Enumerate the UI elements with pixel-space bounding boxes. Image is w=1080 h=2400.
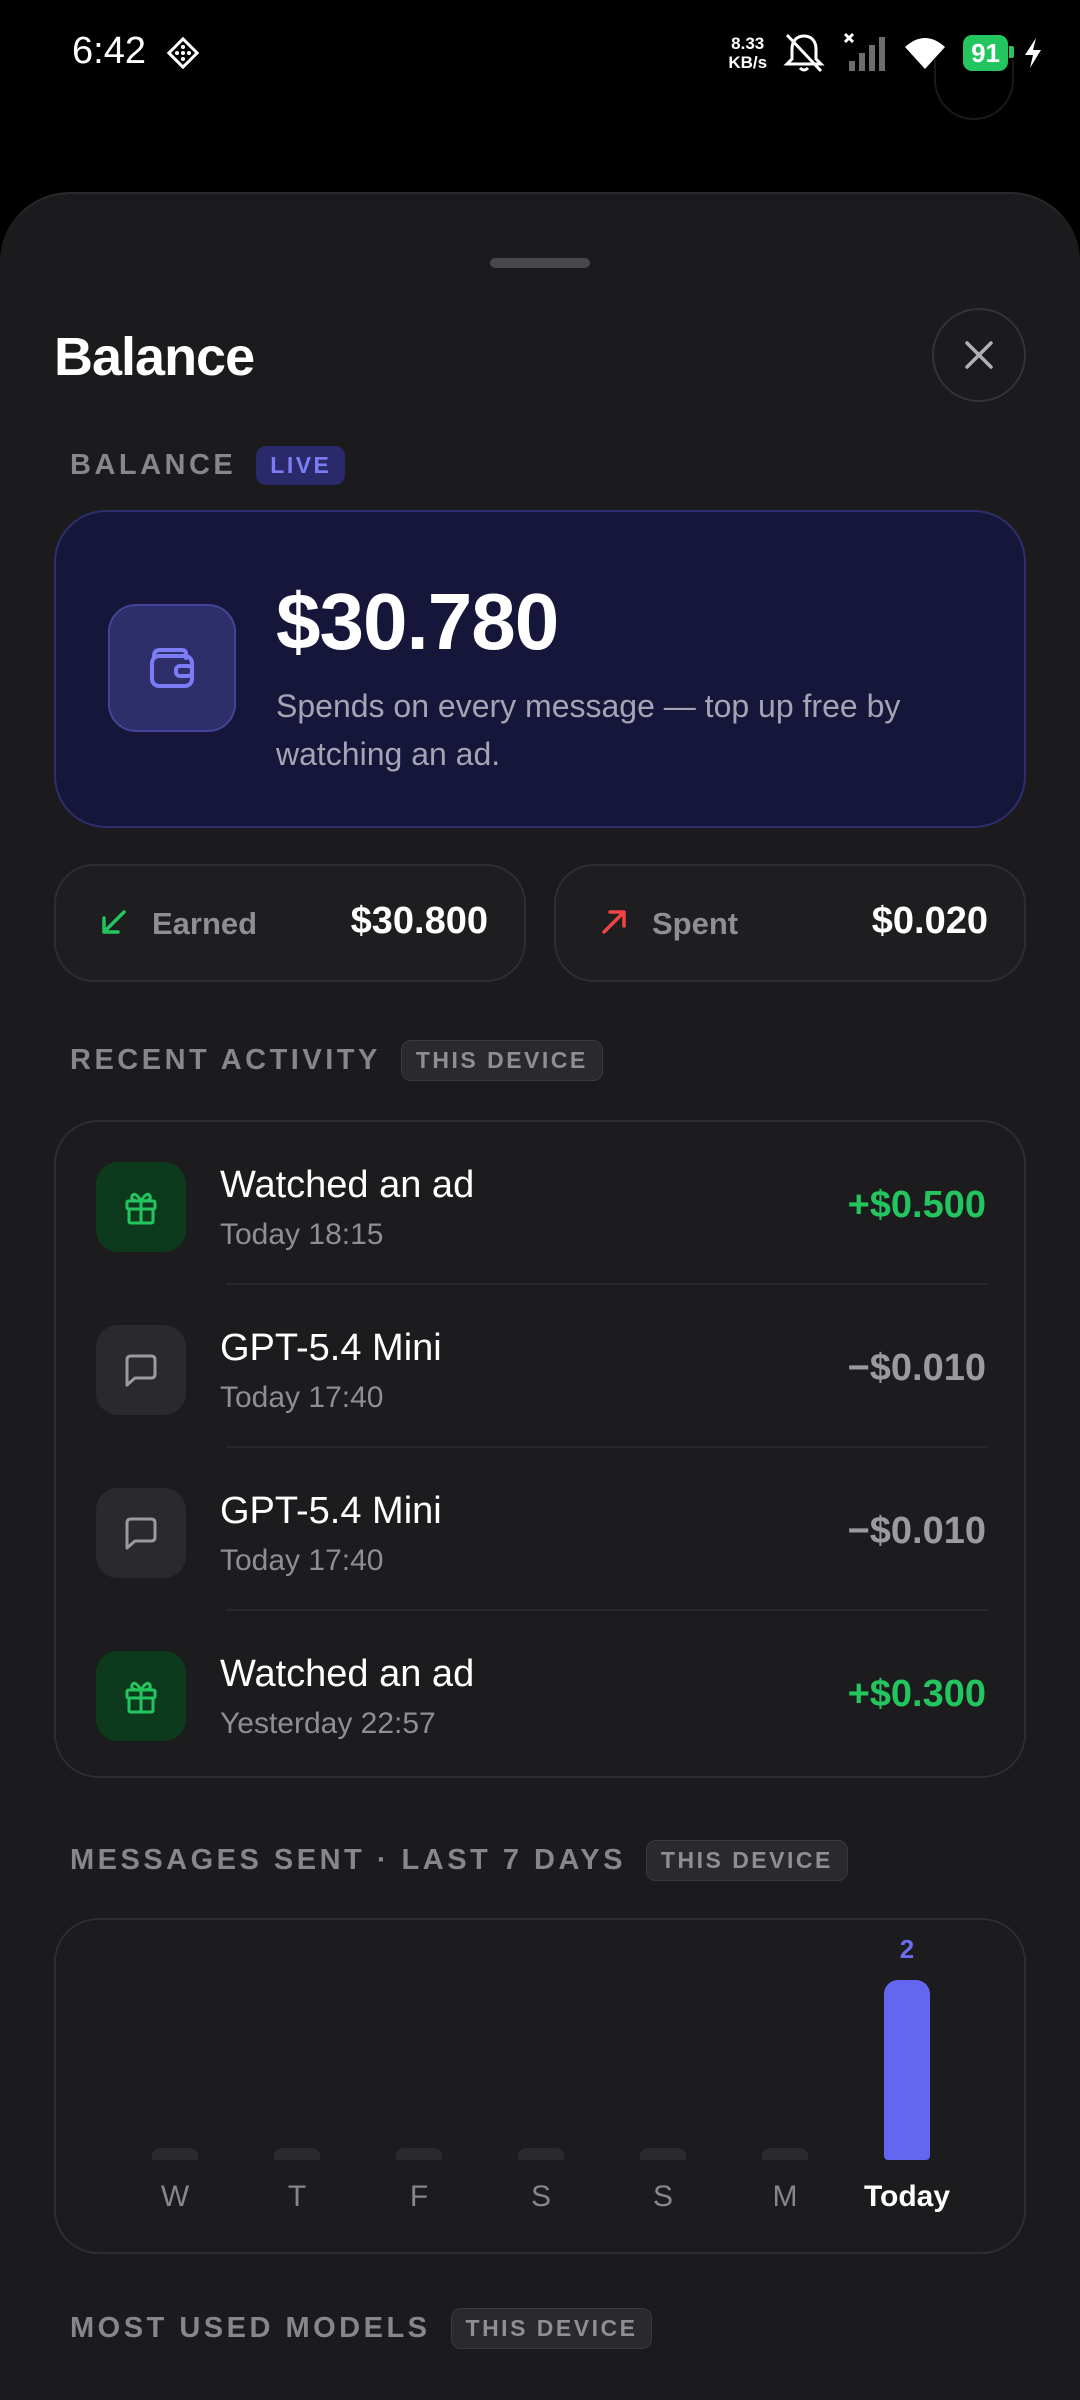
spent-value: $0.020: [871, 900, 988, 942]
balance-amount: $30.780: [276, 577, 559, 666]
earned-value: $30.800: [350, 900, 488, 942]
list-item[interactable]: Watched an ad Yesterday 22:57 +$0.300: [56, 1611, 1024, 1774]
charging-icon: [1025, 38, 1041, 68]
chart-tick-label: W: [160, 2180, 190, 2213]
chart-tick-label: T: [287, 2180, 307, 2213]
balance-section-label: BALANCE LIVE: [70, 446, 346, 485]
activity-time: Yesterday 22:57: [220, 1707, 436, 1740]
most-used-section-label: MOST USED MODELS THIS DEVICE: [70, 2308, 653, 2349]
app-notification-icon: [166, 36, 200, 70]
message-icon: [125, 1517, 157, 1550]
chart-bar: [274, 2148, 320, 2160]
messages-chart: W T F S S M 2 Today: [54, 1918, 1026, 2254]
this-device-chip: THIS DEVICE: [400, 1040, 603, 1081]
net-speed: 8.33 KB/s: [728, 34, 768, 72]
activity-title: GPT-5.4 Mini: [220, 1327, 442, 1369]
list-item[interactable]: Watched an ad Today 18:15 +$0.500: [56, 1122, 1024, 1285]
arrow-up-right-icon: [602, 910, 626, 934]
activity-amount: −$0.010: [847, 1510, 986, 1552]
chart-tick-label: Today: [863, 2180, 951, 2213]
activity-time: Today 18:15: [220, 1218, 384, 1251]
chart-bar: [640, 2148, 686, 2160]
close-icon: [965, 341, 993, 369]
balance-card: $30.780 Spends on every message — top up…: [54, 510, 1026, 828]
activity-title: Watched an ad: [220, 1653, 475, 1695]
chart-bar: [762, 2148, 808, 2160]
chart-bar: [884, 1980, 930, 2160]
chart-bar: [152, 2148, 198, 2160]
signal-icon: [844, 32, 886, 71]
status-bar: 6:42 8.33 KB/s 91: [0, 0, 1080, 110]
background-button-edge: [934, 60, 1014, 120]
activity-time: Today 17:40: [220, 1544, 384, 1577]
sheet-title: Balance: [54, 327, 255, 387]
chart-tick-label: S: [652, 2180, 673, 2213]
activity-title: GPT-5.4 Mini: [220, 1490, 442, 1532]
activity-amount: +$0.300: [847, 1673, 986, 1715]
gift-icon: [125, 1192, 157, 1225]
wallet-icon-box: [108, 604, 236, 732]
chart-tick-label: M: [772, 2180, 798, 2213]
sheet-grabber[interactable]: [490, 258, 590, 268]
activity-time: Today 17:40: [220, 1381, 384, 1414]
message-icon: [125, 1354, 157, 1387]
activity-amount: +$0.500: [847, 1184, 986, 1226]
balance-sheet: Balance BALANCE LIVE $30.780 Spends on e…: [0, 192, 1080, 2400]
message-icon-box: [96, 1325, 186, 1415]
arrow-down-left-icon: [102, 910, 126, 934]
gift-icon-box: [96, 1162, 186, 1252]
live-badge: LIVE: [256, 446, 346, 485]
chart-tick-label: S: [530, 2180, 551, 2213]
chart-data-label: 2: [899, 1934, 915, 1964]
chart-bar: [396, 2148, 442, 2160]
spent-label: Spent: [652, 906, 739, 941]
list-item[interactable]: GPT-5.4 Mini Today 17:40 −$0.010: [56, 1285, 1024, 1448]
close-button[interactable]: [932, 308, 1026, 402]
chart-tick-label: F: [409, 2180, 429, 2213]
this-device-chip: THIS DEVICE: [450, 2308, 653, 2349]
list-item[interactable]: GPT-5.4 Mini Today 17:40 −$0.010: [56, 1448, 1024, 1611]
activity-list: Watched an ad Today 18:15 +$0.500 GPT-5.…: [54, 1120, 1026, 1778]
chart-bar: [518, 2148, 564, 2160]
gift-icon-box: [96, 1651, 186, 1741]
status-time: 6:42: [72, 30, 146, 72]
this-device-chip: THIS DEVICE: [645, 1840, 848, 1881]
message-icon-box: [96, 1488, 186, 1578]
wallet-icon: [150, 648, 194, 688]
earned-label: Earned: [152, 906, 258, 941]
balance-subtitle: Spends on every message — top up free by…: [276, 688, 901, 772]
spent-card: Spent $0.020: [554, 864, 1026, 982]
gift-icon: [125, 1681, 157, 1714]
activity-amount: −$0.010: [847, 1347, 986, 1389]
bell-off-icon: [783, 33, 825, 73]
earned-card: Earned $30.800: [54, 864, 526, 982]
messages-section-label: MESSAGES SENT · LAST 7 DAYS THIS DEVICE: [70, 1840, 848, 1881]
activity-section-label: RECENT ACTIVITY THIS DEVICE: [70, 1040, 603, 1081]
activity-title: Watched an ad: [220, 1164, 475, 1206]
